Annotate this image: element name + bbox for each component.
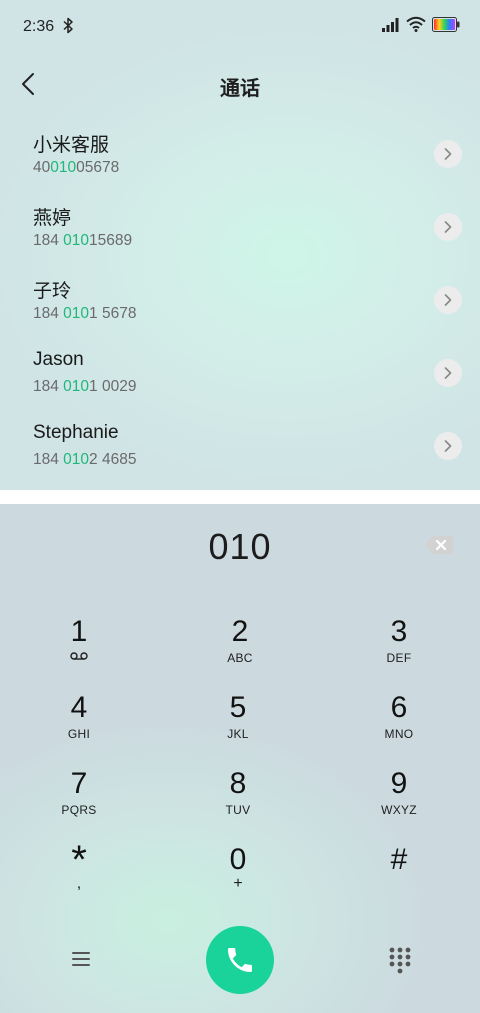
dialer-panel: 010 1 2 ABC 3 DEF 4 GHI 5 JKL 6 MNO 7 PQ… xyxy=(0,504,480,1013)
number-prefix: 40 xyxy=(33,159,51,176)
menu-icon[interactable] xyxy=(66,946,96,972)
chevron-right-icon xyxy=(444,367,452,379)
number-match: 010 xyxy=(63,378,90,395)
contact-number: 184 0101 5678 xyxy=(33,305,136,323)
dialpad-icon[interactable] xyxy=(387,946,413,974)
number-prefix: 184 xyxy=(33,378,64,395)
status-bar: 2:36 xyxy=(0,0,480,52)
key-digit: 1 xyxy=(70,615,88,648)
key-letters: WXYZ xyxy=(381,803,417,817)
key-letters: JKL xyxy=(227,727,249,741)
number-match: 010 xyxy=(63,451,90,468)
number-match: 010 xyxy=(63,232,90,249)
contact-detail-button[interactable] xyxy=(434,286,462,314)
call-search-panel: 2:36 通话 小米客服 4001005678 燕婷 184 01015689 … xyxy=(0,0,480,490)
key-4[interactable]: 4 GHI xyxy=(19,692,139,754)
key-digit: * xyxy=(71,838,87,882)
chevron-right-icon xyxy=(444,148,452,160)
key-star[interactable]: * , xyxy=(19,838,139,906)
number-prefix: 184 xyxy=(33,451,64,468)
key-letters: GHI xyxy=(67,727,91,741)
key-digit: # xyxy=(390,843,408,876)
key-digit: 8 xyxy=(229,767,247,800)
number-prefix: 184 xyxy=(33,232,64,249)
key-hash[interactable]: # xyxy=(339,844,459,906)
number-prefix: 184 xyxy=(33,305,64,322)
key-letters: DEF xyxy=(386,651,412,665)
key-9[interactable]: 9 WXYZ xyxy=(339,768,459,830)
contact-name: Jason xyxy=(33,349,84,370)
phone-icon xyxy=(228,948,252,972)
call-button[interactable] xyxy=(206,926,274,994)
contact-detail-button[interactable] xyxy=(434,213,462,241)
key-letters: + xyxy=(233,875,243,892)
contact-detail-button[interactable] xyxy=(434,140,462,168)
key-1[interactable]: 1 xyxy=(19,616,139,678)
key-3[interactable]: 3 DEF xyxy=(339,616,459,678)
backspace-icon[interactable] xyxy=(424,534,454,556)
key-letters: ABC xyxy=(227,651,253,665)
wifi-icon xyxy=(406,16,426,32)
contact-item[interactable]: Stephanie 184 0102 4685 xyxy=(0,414,480,487)
contact-item[interactable]: 子玲 184 0101 5678 xyxy=(0,268,480,341)
contact-list: 小米客服 4001005678 燕婷 184 01015689 子玲 184 0… xyxy=(0,122,480,487)
key-8[interactable]: 8 TUV xyxy=(178,768,298,830)
dialed-number: 010 xyxy=(208,526,272,567)
number-suffix: 2 4685 xyxy=(89,451,137,468)
key-5[interactable]: 5 JKL xyxy=(178,692,298,754)
dialer-bottom-bar xyxy=(0,924,480,994)
key-digit: 4 xyxy=(70,691,88,724)
contact-name: 子玲 xyxy=(33,281,72,302)
key-letters: MNO xyxy=(384,727,414,741)
contact-number: 184 0101 0029 xyxy=(33,378,136,396)
chevron-right-icon xyxy=(444,221,452,233)
page-title: 通话 xyxy=(220,78,260,100)
key-7[interactable]: 7 PQRS xyxy=(19,768,139,830)
battery-icon xyxy=(432,17,460,32)
contact-number: 184 0102 4685 xyxy=(33,451,136,469)
chevron-right-icon xyxy=(444,294,452,306)
contact-item[interactable]: 燕婷 184 01015689 xyxy=(0,195,480,268)
key-0[interactable]: 0 + xyxy=(178,844,298,906)
contact-detail-button[interactable] xyxy=(434,359,462,387)
number-suffix: 15689 xyxy=(89,232,133,249)
contact-name: 小米客服 xyxy=(33,135,110,156)
number-suffix: 1 0029 xyxy=(89,378,137,395)
key-letters: TUV xyxy=(225,803,251,817)
key-digit: 7 xyxy=(70,767,88,800)
key-digit: 6 xyxy=(390,691,408,724)
number-match: 010 xyxy=(50,159,77,176)
key-letters: , xyxy=(76,875,82,892)
contact-name: Stephanie xyxy=(33,422,119,443)
key-digit: 3 xyxy=(390,615,408,648)
contact-item[interactable]: 小米客服 4001005678 xyxy=(0,122,480,195)
key-2[interactable]: 2 ABC xyxy=(180,616,300,678)
contact-detail-button[interactable] xyxy=(434,432,462,460)
contact-item[interactable]: Jason 184 0101 0029 xyxy=(0,341,480,414)
signal-icon xyxy=(382,18,399,32)
key-digit: 2 xyxy=(231,615,249,648)
header: 通话 xyxy=(0,60,480,108)
number-suffix: 05678 xyxy=(76,159,120,176)
key-digit: 0 xyxy=(229,843,247,876)
key-digit: 5 xyxy=(229,691,247,724)
contact-name: 燕婷 xyxy=(33,208,72,229)
contact-number: 4001005678 xyxy=(33,159,119,177)
contact-number: 184 01015689 xyxy=(33,232,132,250)
number-match: 010 xyxy=(63,305,90,322)
key-letters: PQRS xyxy=(61,803,97,817)
panel-divider xyxy=(0,490,480,504)
status-time: 2:36 xyxy=(23,18,55,35)
key-6[interactable]: 6 MNO xyxy=(339,692,459,754)
key-digit: 9 xyxy=(390,767,408,800)
bluetooth-icon xyxy=(63,17,73,34)
chevron-right-icon xyxy=(444,440,452,452)
number-suffix: 1 5678 xyxy=(89,305,137,322)
voicemail-icon xyxy=(70,652,88,660)
